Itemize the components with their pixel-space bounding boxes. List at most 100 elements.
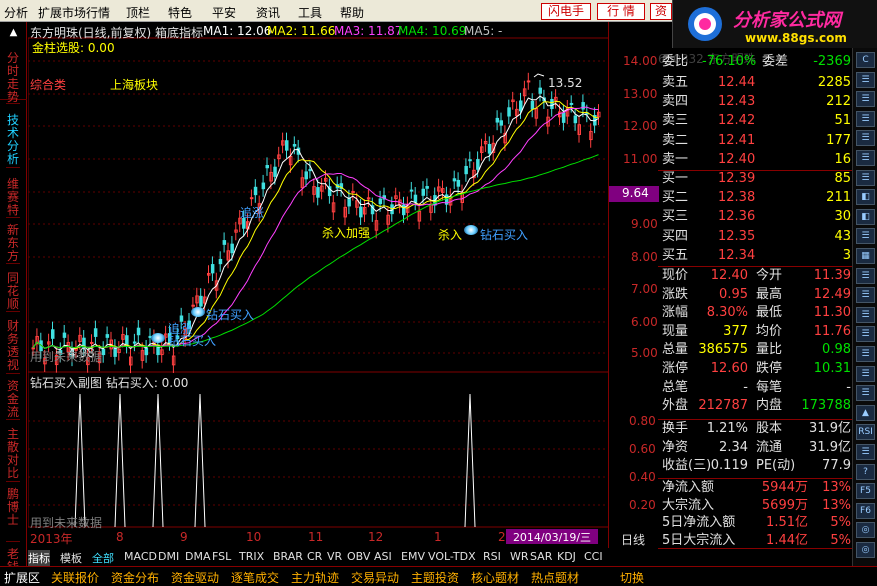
weicha-label: 委差 xyxy=(762,54,789,69)
info-button[interactable]: 资 xyxy=(650,3,672,20)
toolbar-icon[interactable]: ☰ xyxy=(856,365,875,382)
toolbar-icon[interactable]: F6 xyxy=(856,502,875,519)
tab-tonghuashun[interactable]: 同花顺 xyxy=(6,272,20,312)
bottom-tab[interactable]: 关联报价 xyxy=(51,569,99,586)
menu-pingan[interactable]: 平安 xyxy=(212,4,236,21)
tab-capital-flow[interactable]: 资金流 xyxy=(6,380,20,420)
quote-button[interactable]: 行 情 xyxy=(597,3,645,20)
fin-value: 1.21% xyxy=(706,421,748,436)
indicator-tab[interactable]: VR xyxy=(327,550,342,563)
tab-xindongfang[interactable]: 新东方 xyxy=(6,224,20,264)
buy-level-label: 买五 xyxy=(662,247,689,263)
tab-main-vs-retail[interactable]: 主散对比 xyxy=(6,428,20,482)
toolbar-icon[interactable]: ▦ xyxy=(856,248,875,264)
menu-tools[interactable]: 工具 xyxy=(298,4,322,21)
tab-finance[interactable]: 财务透视 xyxy=(6,320,20,374)
toolbar-icon[interactable]: RSI xyxy=(856,424,875,441)
indicator-tab[interactable]: KDJ xyxy=(557,550,576,563)
menu-analysis[interactable]: 分析 xyxy=(4,4,28,21)
indicator-tab[interactable]: FSL xyxy=(212,550,231,563)
stat-label: 涨跌 xyxy=(662,286,689,302)
toolbar-icon[interactable]: ☰ xyxy=(856,110,875,127)
indicator-tab[interactable]: MACD xyxy=(124,550,157,563)
indicator-tab[interactable]: DMA xyxy=(185,550,211,563)
bottom-tab[interactable]: 资金分布 xyxy=(111,569,159,586)
toolbar-icon[interactable]: ☰ xyxy=(856,444,875,460)
indicator-tab[interactable]: CR xyxy=(307,550,322,563)
menu-topbar[interactable]: 顶栏 xyxy=(126,4,150,21)
toolbar-icon[interactable]: ? xyxy=(856,463,875,480)
indicator-tab[interactable]: OBV xyxy=(347,550,370,563)
toolbar-icon[interactable]: ☰ xyxy=(856,169,875,186)
indicator-tab[interactable]: RSI xyxy=(483,550,501,563)
bottom-tab[interactable]: 核心题材 xyxy=(471,569,519,586)
indicator-tab[interactable]: WR xyxy=(510,550,529,563)
bottom-tab[interactable]: 资金驱动 xyxy=(171,569,219,586)
tab-technical[interactable]: 技术分析 xyxy=(6,114,20,168)
tab-intraday[interactable]: 分时走势 xyxy=(6,50,20,104)
candle xyxy=(359,206,363,218)
toolbar-icon[interactable]: ☰ xyxy=(856,71,875,88)
toolbar-icon[interactable]: ◎ xyxy=(856,542,875,558)
tab-weisaite[interactable]: 维赛特 xyxy=(6,178,20,218)
bottom-tab[interactable]: 逐笔成交 xyxy=(231,569,279,586)
menu-ext-market[interactable]: 扩展市场行情 xyxy=(38,4,110,21)
stat-value: - xyxy=(743,379,748,395)
candle xyxy=(569,102,574,105)
sub-y-tick: 0.60 xyxy=(629,442,656,456)
candle xyxy=(452,178,457,182)
sell-level-label: 卖二 xyxy=(662,132,689,148)
indicator-tab[interactable]: 指标 xyxy=(28,550,50,566)
toolbar-icon[interactable]: ☰ xyxy=(856,326,875,343)
candle xyxy=(51,329,55,339)
ma4-value: MA4: 10.69 xyxy=(398,24,467,38)
menu-special[interactable]: 特色 xyxy=(168,4,192,21)
indicator-tab[interactable]: EMV xyxy=(401,550,425,563)
indicator-tab[interactable]: 模板 xyxy=(60,550,82,566)
indicator-tab[interactable]: BRAR xyxy=(273,550,303,563)
toolbar-icon[interactable]: ▲ xyxy=(856,404,875,421)
indicator-tab[interactable]: TRIX xyxy=(239,550,264,563)
period-label[interactable]: 日线 xyxy=(621,531,645,548)
bottom-tab[interactable]: 交易异动 xyxy=(351,569,399,586)
weibi-value: -76.10% xyxy=(702,54,757,69)
indicator-tab[interactable]: ASI xyxy=(374,550,392,563)
indicator-tab[interactable]: VOL-TDX xyxy=(428,550,476,563)
indicator-tab[interactable]: SAR xyxy=(530,550,552,563)
toolbar-icon[interactable]: ☰ xyxy=(856,130,875,147)
toolbar-icon[interactable]: ☰ xyxy=(856,91,875,108)
bottom-tab[interactable]: 切换 xyxy=(620,569,644,586)
toolbar-icon[interactable]: ◎ xyxy=(856,522,875,539)
bottom-tab[interactable]: 主力轨迹 xyxy=(291,569,339,586)
toolbar-icon[interactable]: ☰ xyxy=(856,346,875,362)
fin-value: 0.119 xyxy=(710,458,748,474)
tab-pengboshi[interactable]: 鹏博士 xyxy=(6,488,20,542)
buy-row: 买三 12.36 30 xyxy=(658,207,853,226)
menu-help[interactable]: 帮助 xyxy=(340,4,364,21)
toolbar-icon[interactable]: C xyxy=(856,52,875,68)
toolbar-icon[interactable]: ◧ xyxy=(856,208,875,225)
candle xyxy=(105,334,110,338)
stat-row: 总笔 - 每笔 - xyxy=(658,378,853,397)
bottom-tab[interactable]: 扩展区 xyxy=(4,569,40,586)
toolbar-icon[interactable]: ☰ xyxy=(856,150,875,166)
toolbar-icon[interactable]: ☰ xyxy=(856,267,875,284)
y-axis: 14.00 13.00 12.00 11.00 9.64 9.00 8.00 7… xyxy=(608,22,659,550)
indicator-tab[interactable]: CCI xyxy=(584,550,603,563)
indicator-tab[interactable]: 全部 xyxy=(92,550,114,566)
indicator-tab[interactable]: DMI xyxy=(158,550,179,563)
y-tick: 6.00 xyxy=(631,315,658,329)
kline-chart[interactable]: 东方明珠(日线,前复权) 箱底指标 MA1: 12.06 MA2: 11.66 … xyxy=(27,22,608,550)
bottom-tab[interactable]: 主题投资 xyxy=(411,569,459,586)
toolbar-icon[interactable]: ☰ xyxy=(856,287,875,304)
flow-percent: 13% xyxy=(822,480,851,495)
flash-trade-button[interactable]: 闪电手 xyxy=(541,3,591,20)
toolbar-icon[interactable]: ◧ xyxy=(856,189,875,206)
kill-strong-label: 杀入加强 xyxy=(322,226,371,240)
toolbar-icon[interactable]: ☰ xyxy=(856,306,875,323)
menu-news[interactable]: 资讯 xyxy=(256,4,280,21)
toolbar-icon[interactable]: ☰ xyxy=(856,228,875,245)
toolbar-icon[interactable]: F5 xyxy=(856,483,875,500)
toolbar-icon[interactable]: ☰ xyxy=(856,385,875,402)
bottom-tab[interactable]: 热点题材 xyxy=(531,569,579,586)
